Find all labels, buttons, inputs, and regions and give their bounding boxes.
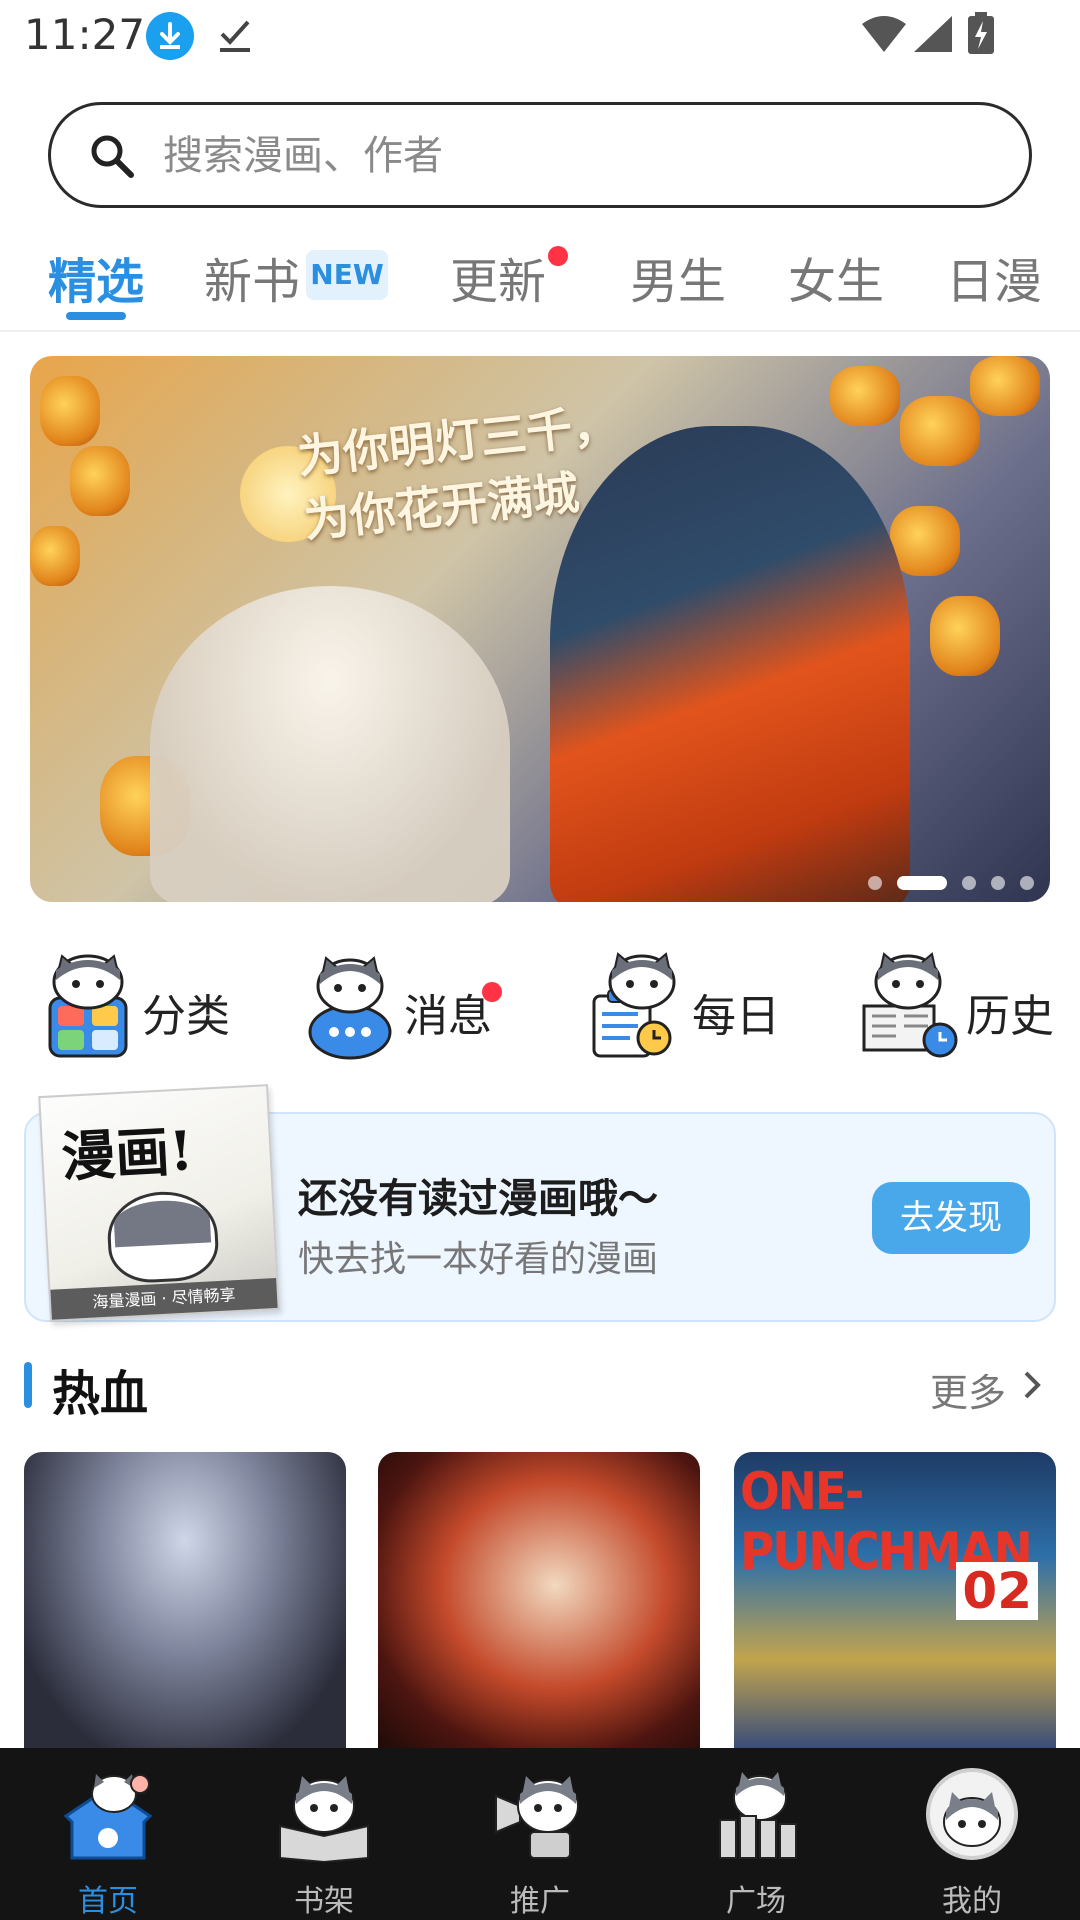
banner-lantern xyxy=(70,446,130,516)
nav-label: 推广 xyxy=(510,1884,570,1919)
banner-lantern xyxy=(40,376,100,446)
carousel-dot xyxy=(1020,875,1034,890)
book-strip: 海量漫画 · 尽情畅享 xyxy=(50,1277,278,1320)
cat-mascot-icon xyxy=(105,1189,221,1285)
nav-promote[interactable]: 推广 xyxy=(432,1748,648,1920)
category-tabs: 精选 新书 NEW 更新 男生 女生 日漫 xyxy=(0,228,1080,332)
search-bar[interactable] xyxy=(48,102,1032,208)
avatar xyxy=(922,1766,1022,1862)
banner-lantern xyxy=(830,366,900,426)
section-accent-bar xyxy=(24,1362,32,1408)
wifi-icon xyxy=(860,14,908,58)
signal-icon xyxy=(912,14,956,58)
quick-entry-label: 分类 xyxy=(142,991,230,1042)
download-icon xyxy=(146,12,194,60)
messages-dot xyxy=(482,982,502,1002)
nav-profile[interactable]: 我的 xyxy=(864,1748,1080,1920)
carousel-dot xyxy=(867,875,882,890)
quick-entry-label: 历史 xyxy=(966,991,1054,1042)
quick-entry-label: 每日 xyxy=(692,991,780,1042)
comic-cover[interactable]: ONE-PUNCHMAN 02 xyxy=(734,1452,1056,1748)
daily-icon xyxy=(588,950,688,1060)
bottom-navigation: 首页 书架 推广 广场 我的 xyxy=(0,1748,1080,1920)
tab-japanese-manga[interactable]: 日漫 xyxy=(946,242,1042,312)
chevron-right-icon[interactable] xyxy=(1022,1370,1044,1404)
quick-entry-category[interactable]: 分类 xyxy=(38,950,298,1070)
updates-dot xyxy=(548,246,568,266)
empty-title: 还没有读过漫画哦～ xyxy=(298,1176,658,1222)
comic-cover[interactable] xyxy=(24,1452,346,1748)
banner-lantern xyxy=(890,506,960,576)
new-badge: NEW xyxy=(306,250,388,300)
carousel-indicator xyxy=(858,872,1034,892)
download-done-icon xyxy=(216,14,256,58)
banner-lantern xyxy=(970,356,1040,416)
nav-label: 广场 xyxy=(726,1884,786,1919)
tab-active-indicator xyxy=(66,312,126,320)
banner-lantern xyxy=(900,396,980,466)
battery-charging-icon xyxy=(966,12,996,60)
banner-carousel[interactable]: 为你明灯三千， 为你花开满城 xyxy=(30,356,1050,902)
status-bar: 11:27 xyxy=(0,0,1080,72)
quick-entry-messages[interactable]: 消息 xyxy=(300,950,560,1070)
carousel-dot-active xyxy=(896,875,947,890)
banner-lantern xyxy=(930,596,1000,676)
plaza-icon xyxy=(706,1766,806,1862)
tab-girls[interactable]: 女生 xyxy=(788,242,884,312)
quick-entry-history[interactable]: 历史 xyxy=(862,950,1080,1070)
manga-book-illustration: 漫画! 海量漫画 · 尽情畅享 xyxy=(38,1084,280,1322)
nav-plaza[interactable]: 广场 xyxy=(648,1748,864,1920)
category-icon xyxy=(38,950,138,1060)
home-icon xyxy=(58,1766,158,1862)
tab-boys[interactable]: 男生 xyxy=(630,242,726,312)
tab-featured[interactable]: 精选 xyxy=(48,242,144,312)
nav-label: 我的 xyxy=(942,1884,1002,1919)
nav-label: 首页 xyxy=(78,1884,138,1919)
message-icon xyxy=(300,950,400,1060)
empty-reading-card: 漫画! 海量漫画 · 尽情畅享 还没有读过漫画哦～ 快去找一本好看的漫画 去发现 xyxy=(24,1084,1056,1322)
nav-bookshelf[interactable]: 书架 xyxy=(216,1748,432,1920)
banner-figure-white xyxy=(150,586,510,902)
banner-lantern xyxy=(30,526,80,586)
discover-button[interactable]: 去发现 xyxy=(872,1182,1030,1254)
quick-entry-label: 消息 xyxy=(404,991,492,1042)
section-more-link[interactable]: 更多 xyxy=(930,1362,1006,1417)
tab-updates[interactable]: 更新 xyxy=(450,242,546,312)
bookshelf-icon xyxy=(274,1766,374,1864)
carousel-dot xyxy=(990,875,1005,890)
nav-home[interactable]: 首页 xyxy=(0,1748,216,1920)
search-icon xyxy=(89,133,135,183)
book-title: 漫画! xyxy=(59,1118,195,1189)
megaphone-icon xyxy=(490,1766,590,1862)
search-input[interactable] xyxy=(163,123,983,189)
nav-label: 书架 xyxy=(294,1884,354,1919)
tab-new-books[interactable]: 新书 xyxy=(204,242,300,312)
comic-cover[interactable] xyxy=(378,1452,700,1748)
empty-subtitle: 快去找一本好看的漫画 xyxy=(298,1239,659,1280)
carousel-dot xyxy=(961,875,976,890)
status-time: 11:27 xyxy=(24,10,146,59)
cover-volume: 02 xyxy=(956,1562,1038,1620)
history-icon xyxy=(862,950,962,1060)
quick-entry-daily[interactable]: 每日 xyxy=(588,950,848,1070)
section-title: 热血 xyxy=(52,1366,149,1422)
